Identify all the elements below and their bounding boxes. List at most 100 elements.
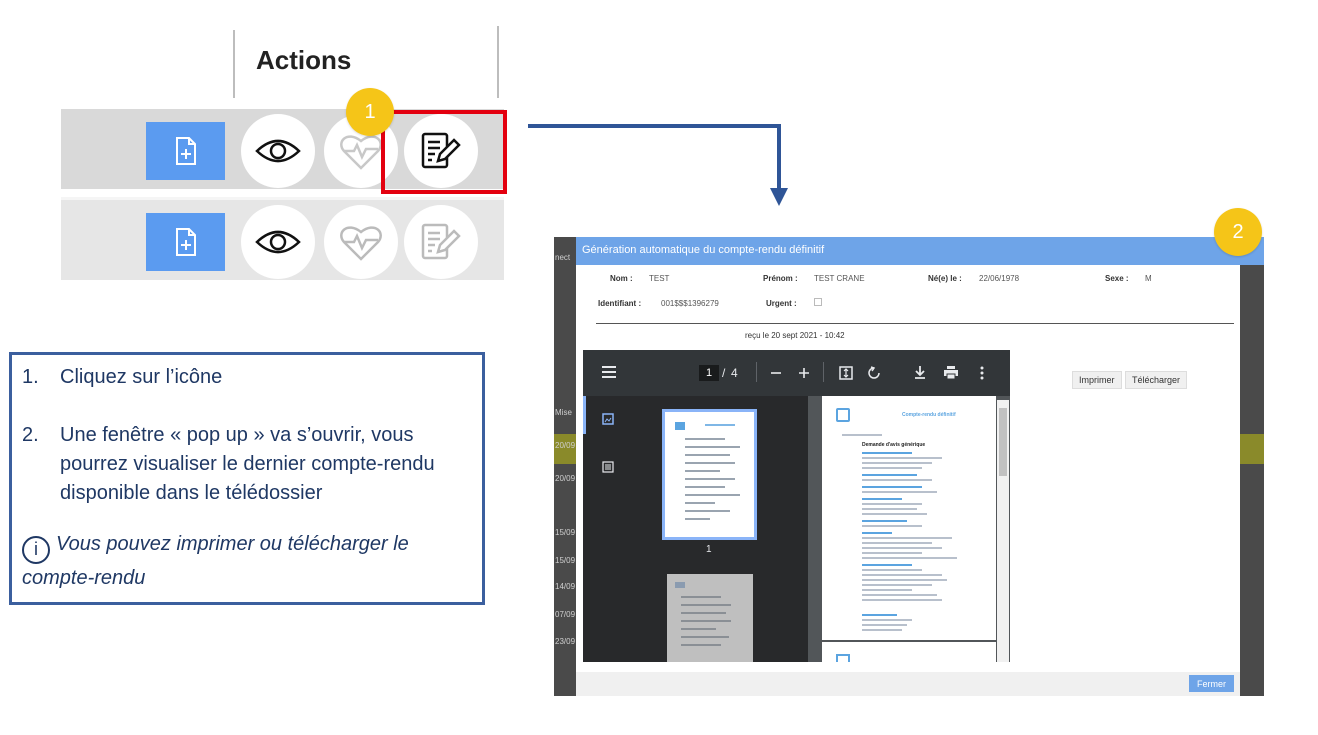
- prenom-value: TEST CRANE: [814, 274, 865, 283]
- fit-page-icon: [839, 366, 853, 380]
- page-thumbnail-2[interactable]: [667, 574, 753, 662]
- modal-title-bar: Génération automatique du compte-rendu d…: [576, 237, 1264, 265]
- instruction-item: 1. Cliquez sur l’icône: [22, 363, 474, 392]
- naissance-label: Né(e) le :: [928, 274, 962, 283]
- instruction-text: Cliquez sur l’icône: [60, 366, 223, 388]
- nom-label: Nom :: [610, 274, 633, 283]
- page-thumbnail-1[interactable]: [662, 409, 757, 540]
- doc-heading: Demande d'avis générique: [862, 442, 926, 448]
- background-row-highlight: [1240, 434, 1264, 464]
- background-cell: 15/09: [555, 528, 576, 537]
- background-cell: 23/09: [555, 637, 576, 646]
- add-document-button[interactable]: [146, 122, 225, 180]
- urgent-label: Urgent :: [766, 299, 797, 308]
- instruction-item: 2. Une fenêtre « pop up » va s’ouvrir, v…: [22, 421, 474, 508]
- toolbar-divider: [756, 362, 757, 382]
- received-date: reçu le 20 sept 2021 - 10:42: [745, 331, 845, 340]
- page-separator: /: [722, 366, 726, 380]
- sexe-value: M: [1145, 274, 1152, 283]
- download-icon: [915, 366, 925, 379]
- background-cell: 07/09: [555, 610, 576, 619]
- info-note: i Vous pouvez imprimer ou télécharger le …: [22, 530, 474, 593]
- page-total: 4: [731, 366, 738, 380]
- modal-divider: [596, 323, 1234, 324]
- add-document-icon: [175, 137, 196, 165]
- modal-footer: [576, 672, 1240, 696]
- thumbnails-tab[interactable]: [602, 412, 614, 430]
- zoom-out-button[interactable]: [770, 366, 782, 384]
- eye-icon: [255, 230, 301, 254]
- instruction-text: Une fenêtre « pop up » va s’ouvrir, vous…: [60, 424, 435, 504]
- info-icon: i: [22, 535, 50, 564]
- menu-button[interactable]: [602, 365, 616, 383]
- outline-icon: [602, 461, 614, 473]
- heart-pulse-icon: [340, 135, 382, 170]
- arrow-head: [770, 188, 788, 206]
- step-badge-1: 1: [346, 88, 394, 136]
- plus-icon: [799, 368, 809, 378]
- pdf-page-1: Compte-rendu définitif Demande d'avis gé…: [822, 396, 996, 640]
- menu-icon: [602, 366, 616, 378]
- background-cell: 20/09: [555, 441, 576, 450]
- minus-icon: [771, 372, 781, 374]
- edit-document-icon: [421, 223, 461, 260]
- identifiant-label: Identifiant :: [598, 299, 642, 308]
- instructions-box: 1. Cliquez sur l’icône 2. Une fenêtre « …: [9, 352, 485, 605]
- column-divider: [233, 30, 235, 98]
- print-button[interactable]: Imprimer: [1072, 371, 1122, 389]
- prenom-label: Prénom :: [763, 274, 798, 283]
- nom-value: TEST: [649, 274, 670, 283]
- background-app: [554, 237, 576, 696]
- actions-column-header: Actions: [256, 45, 352, 75]
- column-divider: [497, 26, 499, 98]
- thumbnail-icon: [602, 413, 614, 425]
- outline-tab[interactable]: [602, 460, 614, 478]
- naissance-value: 22/06/1978: [979, 274, 1020, 283]
- print-icon: [944, 366, 958, 380]
- more-icon: [980, 366, 984, 380]
- view-button[interactable]: [241, 205, 315, 279]
- more-options-button[interactable]: [980, 366, 984, 385]
- instruction-number: 2.: [22, 424, 39, 446]
- toolbar-divider: [823, 362, 824, 382]
- info-note-text: Vous pouvez imprimer ou télécharger le c…: [22, 533, 409, 589]
- background-app: [1240, 262, 1264, 696]
- instructions-list: 1. Cliquez sur l’icône 2. Une fenêtre « …: [22, 363, 474, 508]
- scrollbar-thumb[interactable]: [999, 408, 1007, 476]
- page-number-input[interactable]: 1: [699, 365, 719, 381]
- view-button[interactable]: [241, 114, 315, 188]
- health-record-button[interactable]: [324, 205, 398, 279]
- pdf-scrollbar[interactable]: [997, 400, 1009, 662]
- background-header-text: nect: [555, 253, 571, 262]
- instruction-number: 1.: [22, 366, 39, 388]
- step-badge-2: 2: [1214, 208, 1262, 256]
- pdf-print-button[interactable]: [944, 366, 958, 384]
- background-cell: Mise: [555, 408, 572, 417]
- urgent-checkbox[interactable]: [814, 298, 822, 306]
- eye-icon: [255, 139, 301, 163]
- thumbnail-page-label: 1: [706, 544, 712, 555]
- table-row: [61, 200, 504, 280]
- pdf-page-2: [822, 642, 996, 662]
- download-button[interactable]: Télécharger: [1125, 371, 1188, 389]
- pdf-download-button[interactable]: [914, 365, 926, 384]
- arrow-connector: [777, 124, 781, 190]
- heart-pulse-icon: [340, 226, 382, 261]
- doc-title: Compte-rendu définitif: [902, 412, 956, 418]
- arrow-connector: [528, 124, 781, 128]
- close-button[interactable]: Fermer: [1189, 675, 1234, 692]
- background-cell: 20/09: [555, 474, 576, 483]
- edit-report-button[interactable]: [404, 205, 478, 279]
- rotate-button[interactable]: [867, 366, 881, 385]
- sexe-label: Sexe :: [1105, 274, 1129, 283]
- zoom-in-button[interactable]: [798, 366, 810, 384]
- add-document-icon: [175, 228, 196, 256]
- background-cell: 14/09: [555, 582, 576, 591]
- highlight-box: [381, 110, 507, 194]
- rotate-icon: [868, 366, 880, 379]
- add-document-button[interactable]: [146, 213, 225, 271]
- identifiant-value: 001$$$1396279: [661, 299, 719, 308]
- fit-page-button[interactable]: [839, 366, 853, 385]
- background-cell: 15/09: [555, 556, 576, 565]
- sidebar-active-indicator: [583, 396, 586, 434]
